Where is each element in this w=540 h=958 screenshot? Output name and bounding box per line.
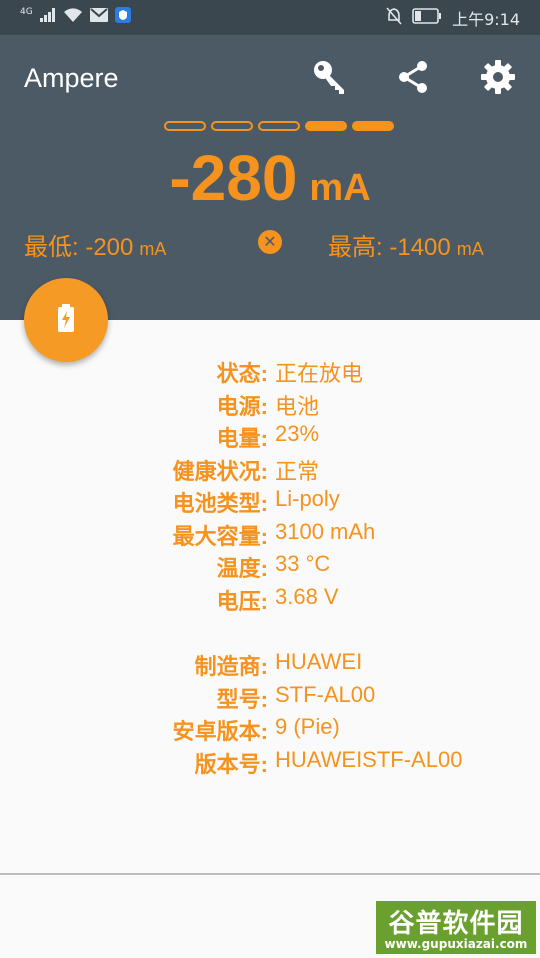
level-indicator (258, 121, 300, 131)
info-value: 正常 (275, 458, 320, 484)
battery-icon (412, 8, 442, 28)
info-row-power-source: 电源: 电池 (0, 389, 540, 422)
info-row-capacity: 最大容量: 3100 mAh (0, 519, 540, 552)
app-bar: Ampere -280 mA 最低: -200 mA ✕ 最高: -1400 m… (0, 35, 540, 320)
watermark-brand: 谷普软件园 (388, 909, 524, 939)
info-value: 3.68 V (275, 583, 339, 609)
mute-icon (386, 7, 402, 29)
info-label: 制造商: (194, 654, 268, 679)
mail-icon (89, 8, 108, 26)
battery-info-list: 状态: 正在放电 电源: 电池 电量: 23% 健康状况: 正常 电池类型: L… (0, 356, 540, 779)
info-value: Li-poly (275, 486, 340, 511)
max-unit: mA (456, 239, 484, 259)
share-icon[interactable] (394, 57, 434, 97)
current-value: -280 (169, 142, 298, 214)
info-label: 电压: (216, 588, 268, 614)
info-label: 最大容量: (172, 523, 268, 549)
info-row-android-version: 安卓版本: 9 (Pie) (0, 714, 540, 747)
settings-icon[interactable] (478, 57, 518, 97)
bottom-divider (0, 873, 540, 875)
info-row-health: 健康状况: 正常 (0, 454, 540, 487)
info-label: 健康状况: (172, 458, 268, 484)
current-reading: -280 mA (0, 141, 540, 215)
info-label: 电池类型: (172, 491, 268, 516)
signal-icon (39, 8, 56, 26)
level-indicator (164, 121, 206, 131)
level-indicator (211, 121, 253, 131)
info-row-manufacturer: 制造商: HUAWEI (0, 649, 540, 682)
info-row-level: 电量: 23% (0, 421, 540, 454)
status-bar: 4G 上午9:14 (0, 0, 540, 35)
wifi-icon (63, 7, 83, 27)
level-indicators (164, 121, 394, 131)
info-label: 温度: (216, 556, 268, 581)
info-value: STF-AL00 (275, 681, 376, 707)
shield-icon (114, 7, 131, 27)
info-label: 电量: (216, 426, 268, 451)
info-row-status: 状态: 正在放电 (0, 356, 540, 389)
watermark-logo: 谷普软件园 www.gupuxiazai.com (376, 901, 536, 954)
clock: 上午9:14 (452, 10, 520, 29)
key-icon[interactable] (310, 57, 350, 97)
battery-charging-icon (56, 304, 76, 336)
info-value: 3100 mAh (275, 518, 376, 544)
max-reading: 最高: -1400 mA (328, 227, 484, 262)
info-value: 正在放电 (275, 361, 364, 386)
network-type: 4G (20, 7, 33, 17)
max-label: 最高: -1400 (328, 234, 451, 261)
info-label: 型号: (216, 686, 268, 712)
level-indicator-active (352, 121, 394, 131)
current-unit: mA (309, 167, 371, 209)
info-row-temperature: 温度: 33 °C (0, 551, 540, 584)
info-value: 33 °C (275, 551, 331, 576)
close-circle-icon[interactable]: ✕ (258, 230, 282, 254)
info-value: HUAWEISTF-AL00 (275, 746, 463, 772)
battery-fab-button[interactable] (24, 278, 108, 362)
info-row-voltage: 电压: 3.68 V (0, 584, 540, 617)
level-indicator-active (305, 121, 347, 131)
info-row-model: 型号: STF-AL00 (0, 682, 540, 715)
info-value: HUAWEI (275, 649, 363, 674)
info-value: 电池 (275, 393, 320, 419)
min-reading: 最低: -200 mA (24, 227, 166, 262)
min-unit: mA (139, 239, 167, 259)
info-value: 23% (275, 421, 320, 446)
info-value: 9 (Pie) (275, 714, 340, 739)
info-label: 电源: (216, 393, 268, 419)
min-label: 最低: -200 (24, 234, 134, 261)
info-label: 版本号: (194, 751, 268, 777)
info-row-battery-type: 电池类型: Li-poly (0, 486, 540, 519)
app-title: Ampere (24, 63, 119, 93)
watermark-url: www.gupuxiazai.com (384, 937, 528, 951)
info-label: 状态: (216, 361, 268, 386)
info-label: 安卓版本: (172, 719, 268, 744)
info-row-build-number: 版本号: HUAWEISTF-AL00 (0, 747, 540, 780)
